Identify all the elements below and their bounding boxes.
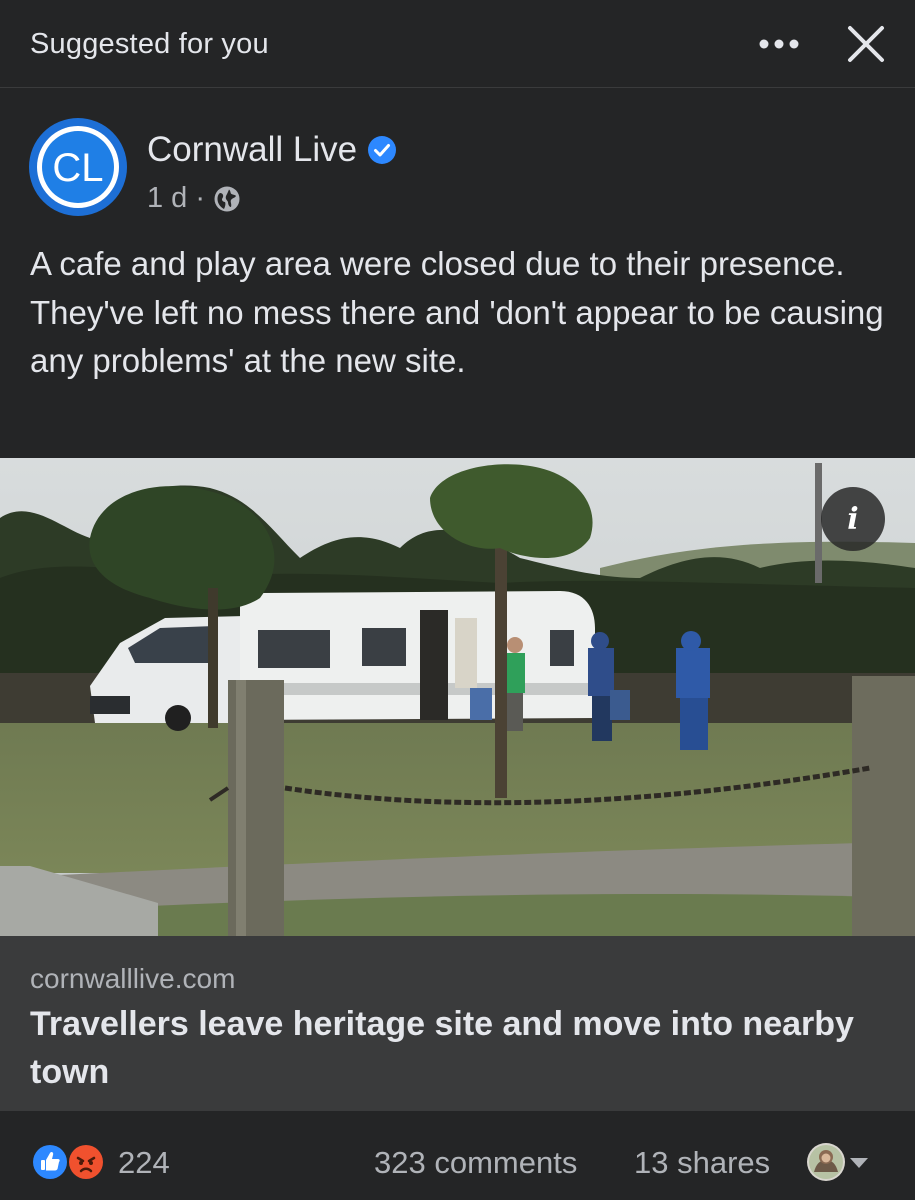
link-domain[interactable]: cornwalllive.com (30, 963, 235, 995)
comments-count[interactable]: 323 comments (374, 1145, 577, 1181)
post-time[interactable]: 1 d (147, 182, 187, 215)
caravan-field-image (0, 458, 915, 936)
close-button[interactable] (842, 22, 890, 68)
more-options-button[interactable] (756, 26, 802, 62)
post-text-line-1: A cafe and play area were closed due to … (30, 245, 845, 282)
viewer-avatar (807, 1143, 845, 1181)
shares-count[interactable]: 13 shares (634, 1145, 770, 1181)
page-name-text[interactable]: Cornwall Live (147, 130, 357, 170)
post-header (0, 89, 915, 229)
cornwall-live-logo: CL (29, 118, 127, 216)
info-icon: i (847, 501, 859, 537)
like-reaction-icon (31, 1143, 69, 1181)
chevron-down-icon (850, 1158, 868, 1168)
svg-text:CL: CL (52, 146, 103, 190)
suggested-label: Suggested for you (30, 28, 269, 60)
post-text-line-2: They've left no mess there and 'don't ap… (30, 293, 884, 380)
verified-badge-icon (368, 136, 397, 164)
article-photo[interactable] (0, 458, 915, 936)
info-button[interactable]: i (821, 487, 885, 551)
more-horizontal-icon (759, 39, 799, 49)
globe-icon (214, 186, 240, 211)
post-text: A cafe and play area were closed due to … (30, 240, 890, 386)
reaction-count[interactable]: 224 (118, 1145, 170, 1181)
angry-reaction-icon (69, 1145, 103, 1179)
close-icon (848, 26, 884, 62)
reaction-icons[interactable] (30, 1142, 110, 1182)
page-avatar[interactable]: CL (28, 117, 128, 217)
viewer-selector[interactable] (806, 1142, 878, 1182)
post-meta: 1 d · (147, 182, 241, 215)
link-title[interactable]: Travellers leave heritage site and move … (30, 1000, 870, 1096)
suggested-bar: Suggested for you (0, 0, 915, 88)
meta-separator: · (195, 182, 205, 214)
page-name[interactable]: Cornwall Live (147, 130, 397, 170)
